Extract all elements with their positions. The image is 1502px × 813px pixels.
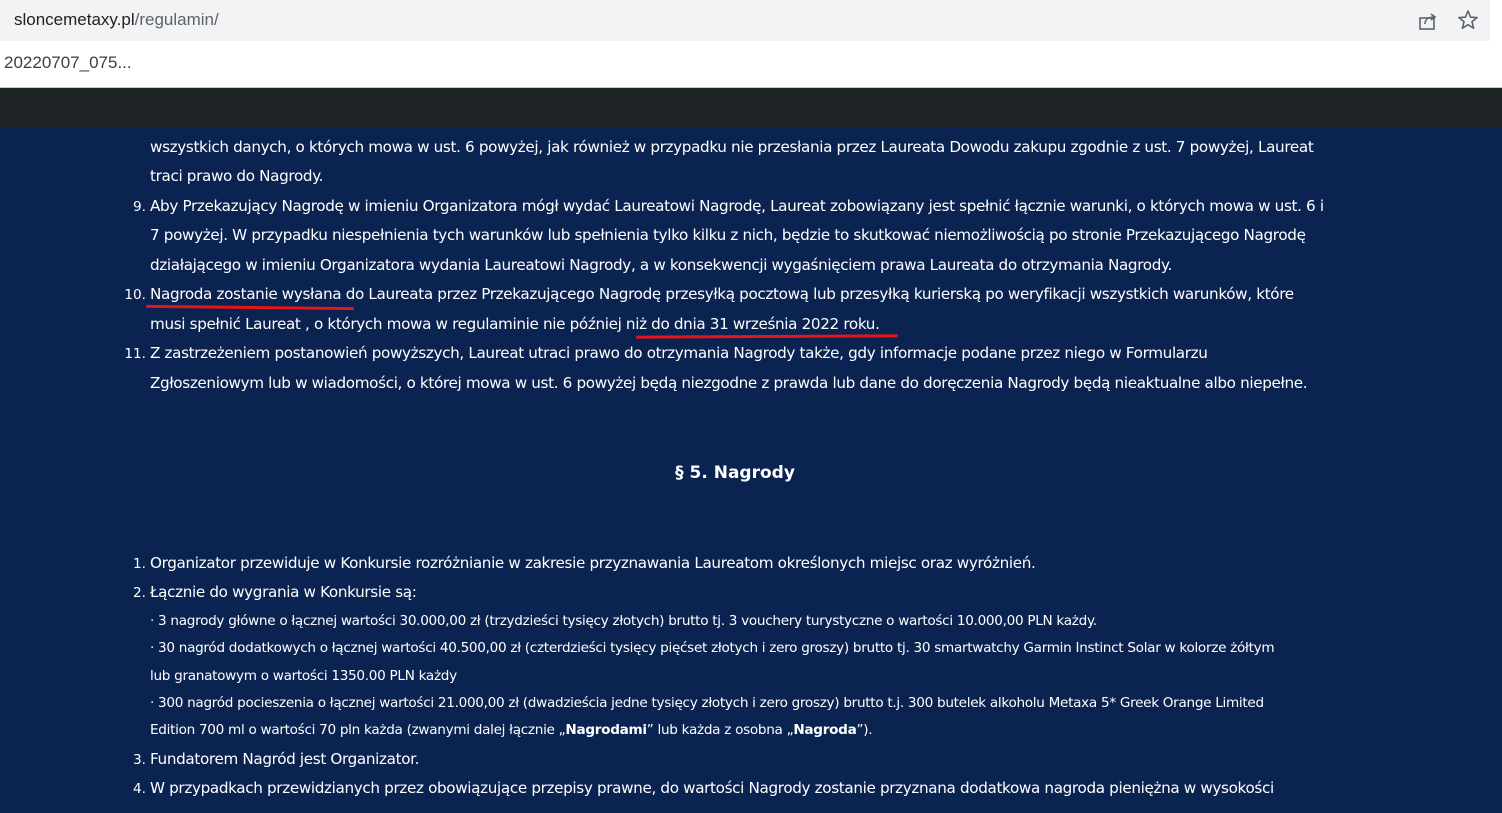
red-annotation-underline [145,304,355,311]
url-text[interactable]: sloncemetaxy.pl/regulamin/ [14,10,219,30]
prize-line: · 3 nagrody główne o łącznej wartości 30… [150,613,1097,629]
site-header-bar [0,88,1502,128]
prize-line: Edition 700 ml o wartości 70 pln każda (… [150,722,873,738]
list-number: 1. [133,556,146,572]
bookmark-star-icon[interactable] [1457,9,1479,31]
url-path: /regulamin/ [134,10,219,29]
red-annotation-underline [635,334,899,339]
list-number: 9. [133,199,146,215]
prize-line: · 300 nagród pocieszenia o łącznej warto… [150,695,1264,711]
list-number: 11. [124,346,146,362]
download-bar: 20220707_075... [0,41,1502,88]
list-item-3: Fundatorem Nagród jest Organizator. [150,750,420,768]
url-domain: sloncemetaxy.pl [14,10,135,29]
list-number: 2. [133,585,146,601]
prize-text: ” lub każda z osobna „ [646,722,794,738]
paragraph-line: wszystkich danych, o których mowa w ust.… [150,138,1314,156]
prize-text: ”). [856,722,873,738]
list-number: 10. [124,287,146,303]
term-nagrodami: Nagrodami [565,722,647,738]
paragraph-line: traci prawo do Nagrody. [150,167,324,185]
prize-text: Edition 700 ml o wartości 70 pln każda (… [150,722,566,738]
section-heading: § 5. Nagrody [675,463,795,483]
list-item-10-line: Nagroda zostanie wysłana do Laureata prz… [150,285,1294,303]
prize-line: lub granatowym o wartości 1350.00 PLN ka… [150,668,457,684]
share-icon[interactable] [1417,10,1439,32]
list-item-1: Organizator przewiduje w Konkursie rozró… [150,554,1036,572]
term-nagroda: Nagroda [793,722,857,738]
prize-line: · 30 nagród dodatkowych o łącznej wartoś… [150,640,1275,656]
list-item-11-line: Z zastrzeżeniem postanowień powyższych, … [150,344,1208,362]
list-item-9-line: działającego w imieniu Organizatora wyda… [150,256,1172,274]
list-item-11-line: Zgłoszeniowym lub w wiadomości, o której… [150,374,1308,392]
list-item-9-line: Aby Przekazujący Nagrodę w imieniu Organ… [150,197,1324,215]
list-number: 3. [133,752,146,768]
list-number: 4. [133,781,146,797]
list-item-9-line: 7 powyżej. W przypadku niespełnienia tyc… [150,226,1306,244]
regulamin-content: wszystkich danych, o których mowa w ust.… [0,128,1502,813]
list-item-4: W przypadkach przewidzianych przez obowi… [150,779,1274,797]
address-bar[interactable]: sloncemetaxy.pl/regulamin/ [0,0,1490,41]
list-item-2: Łącznie do wygrania w Konkursie są: [150,583,417,601]
list-item-10-line: musi spełnić Laureat , o których mowa w … [150,315,880,333]
download-item[interactable]: 20220707_075... [4,53,132,73]
